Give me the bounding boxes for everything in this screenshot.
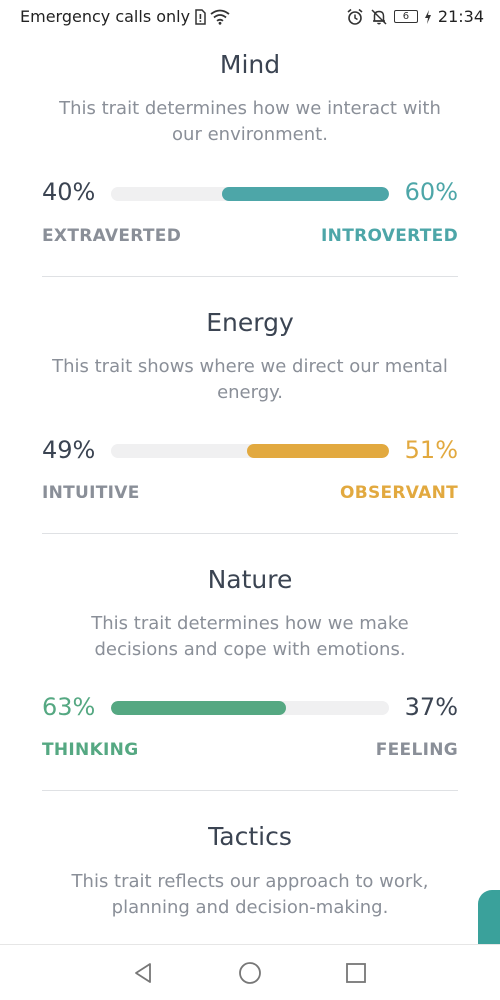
section-title: Nature bbox=[207, 565, 293, 594]
left-trait-label: INTUITIVE bbox=[42, 483, 140, 503]
screen: Emergency calls only 6 21:34 Mind This t… bbox=[0, 0, 500, 1000]
status-left: Emergency calls only bbox=[20, 7, 230, 26]
right-trait-label: OBSERVANT bbox=[339, 483, 458, 503]
recents-icon[interactable] bbox=[344, 961, 368, 985]
right-percentage: 60% bbox=[404, 178, 458, 206]
right-percentage: 51% bbox=[404, 436, 458, 464]
left-percentage: 40% bbox=[42, 178, 96, 206]
back-icon[interactable] bbox=[131, 961, 155, 985]
trait-bar-track bbox=[111, 701, 389, 715]
battery-icon: 6 bbox=[393, 10, 418, 23]
section-title: Tactics bbox=[208, 822, 292, 851]
battery-level: 6 bbox=[402, 11, 410, 22]
section-divider bbox=[42, 533, 458, 534]
status-right: 6 21:34 bbox=[346, 7, 484, 26]
trait-bar-track bbox=[111, 444, 389, 458]
alarm-icon bbox=[346, 8, 364, 26]
section-description: This trait determines how we make decisi… bbox=[91, 613, 409, 660]
section-description: This trait reflects our approach to work… bbox=[71, 871, 429, 918]
carrier-text: Emergency calls only bbox=[20, 7, 191, 26]
right-trait-label: INTROVERTED bbox=[321, 226, 458, 246]
section-description: This trait determines how we interact wi… bbox=[59, 98, 441, 145]
section-description: This trait shows where we direct our men… bbox=[52, 356, 448, 403]
wifi-icon bbox=[210, 8, 230, 26]
left-trait-label: THINKING bbox=[42, 740, 139, 760]
left-percentage: 49% bbox=[42, 436, 96, 464]
navigation-bar bbox=[0, 944, 500, 1000]
trait-bar-track bbox=[111, 187, 389, 201]
home-icon[interactable] bbox=[238, 961, 262, 985]
left-percentage: 63% bbox=[42, 693, 96, 721]
right-percentage: 37% bbox=[404, 693, 458, 721]
section-title: Mind bbox=[219, 50, 281, 79]
trait-bar-fill bbox=[247, 444, 389, 458]
trait-bar-fill bbox=[111, 701, 287, 715]
trait-bar-fill bbox=[222, 187, 389, 201]
clock-time: 21:34 bbox=[437, 7, 484, 26]
section-divider bbox=[42, 790, 458, 791]
floating-tab[interactable] bbox=[478, 890, 500, 944]
section-divider bbox=[42, 276, 458, 277]
sim-alert-icon bbox=[194, 8, 206, 26]
left-trait-label: EXTRAVERTED bbox=[42, 226, 182, 246]
charging-icon bbox=[424, 8, 432, 26]
notifications-off-icon bbox=[370, 8, 388, 26]
section-title: Energy bbox=[206, 308, 294, 337]
status-bar: Emergency calls only 6 21:34 bbox=[0, 0, 500, 34]
right-trait-label: FEELING bbox=[375, 740, 458, 760]
